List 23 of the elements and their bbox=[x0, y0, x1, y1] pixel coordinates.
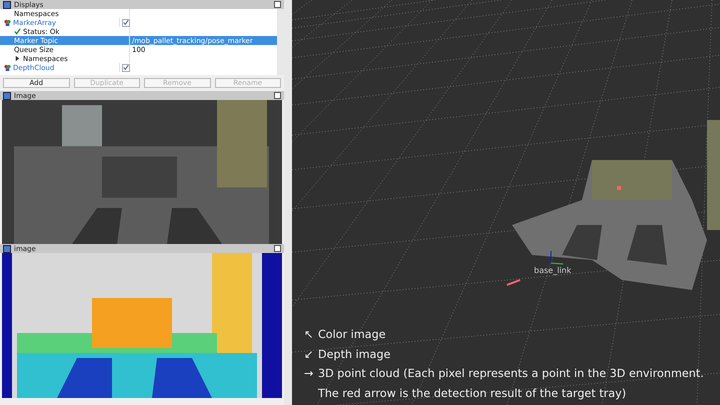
splitter-handle[interactable] bbox=[284, 0, 292, 405]
close-icon[interactable] bbox=[274, 1, 281, 8]
panel-icon bbox=[3, 92, 11, 100]
frame-label: base_link bbox=[534, 266, 572, 275]
close-icon[interactable] bbox=[274, 245, 281, 252]
checkbox[interactable] bbox=[122, 18, 130, 26]
display-icon bbox=[4, 64, 11, 71]
caption-text: Depth image bbox=[318, 346, 390, 363]
close-icon[interactable] bbox=[274, 92, 281, 99]
panel-icon bbox=[3, 0, 11, 8]
scrollbar[interactable] bbox=[277, 9, 284, 75]
arrow-glyph: ↙ bbox=[304, 346, 314, 363]
arrow-glyph: ↖ bbox=[304, 327, 314, 343]
checkbox[interactable] bbox=[122, 64, 130, 72]
check-icon bbox=[14, 28, 21, 35]
caption-text: The red arrow is the detection result of the target tray) bbox=[318, 386, 626, 402]
display-icon bbox=[4, 19, 11, 26]
caption-text: Color image bbox=[318, 327, 386, 343]
caption-text: 3D point cloud (Each pixel represents a point in the 3D environment. bbox=[318, 366, 704, 382]
panel-icon bbox=[3, 244, 11, 252]
3d-view[interactable]: base_link ↖ Color image ↙ Depth image → 3D point cloud (Each pixel represents a point in the 3D environment. The red arrow is the detection result of the target tray) bbox=[292, 0, 720, 405]
collapsed-arrow-icon[interactable] bbox=[14, 55, 21, 62]
arrow-glyph: → bbox=[304, 366, 314, 382]
